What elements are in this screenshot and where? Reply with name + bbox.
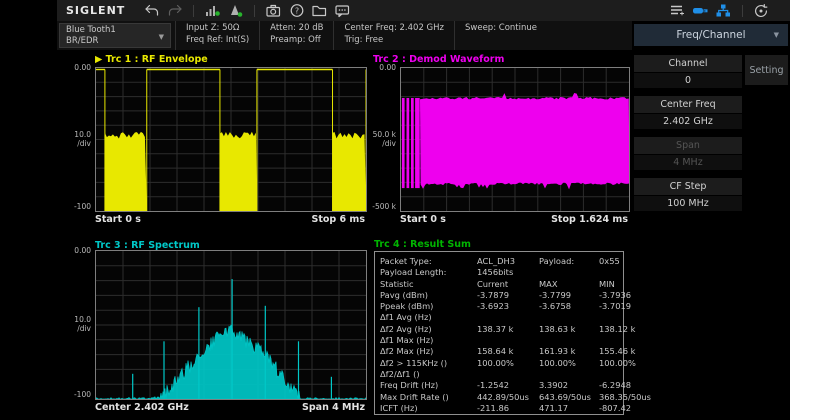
sidebar-item-center-freq[interactable]: Center Freq2.402 GHz — [634, 96, 742, 129]
panel-demod-waveform: Trc 2 : Demod Waveform 0.00 50.0 k /div … — [368, 50, 632, 237]
trc1-y-scale: 10.0 /div — [57, 130, 91, 148]
lan-icon[interactable] — [715, 3, 732, 19]
mode-line1: Blue Tooth1 — [66, 25, 170, 36]
svg-text:?: ? — [295, 6, 299, 15]
menu-list-icon[interactable] — [669, 3, 686, 19]
trace-marker-icon: ▶ — [95, 54, 102, 65]
info-groups: Input Z: 50ΩFreq Ref: Int(S)Atten: 20 dB… — [175, 21, 547, 50]
trc3-x-labels: Center 2.402 GHz Span 4 MHz — [95, 402, 365, 413]
message-icon[interactable] — [334, 3, 351, 19]
sidebar: Freq/Channel ▼ Channel0 Center Freq2.402 … — [634, 24, 788, 420]
instrument-ui: SIGLENT ? Blue Tooth1 BR/EDR ▼ Input Z: … — [0, 0, 790, 420]
mode-line2: BR/EDR — [66, 36, 170, 47]
toolbar-separator — [254, 5, 255, 17]
measure-mode-dropdown[interactable]: Blue Tooth1 BR/EDR ▼ — [59, 23, 171, 48]
trc1-waveform — [96, 68, 366, 211]
stat-row-4: Δf1 Max (Hz) — [380, 335, 618, 346]
trc3-y-min: -100 — [57, 390, 91, 399]
reset-icon[interactable] — [753, 3, 770, 19]
panel-rf-spectrum: Trc 3 : RF Spectrum 0.00 10.0 /div -100 … — [57, 237, 368, 420]
stat-row-7: Δf2/Δf1 () — [380, 369, 618, 380]
stat-row-0: Pavg (dBm)-3.7879-3.7799-3.7936 — [380, 290, 618, 301]
usb-icon[interactable] — [692, 3, 709, 19]
file-icon[interactable] — [311, 3, 328, 19]
toolbar-separator — [193, 5, 194, 17]
sidebar-item-channel[interactable]: Channel0 — [634, 55, 742, 88]
stat-header-row: StatisticCurrentMAXMIN — [380, 279, 618, 290]
info-group-0: Input Z: 50ΩFreq Ref: Int(S) — [175, 21, 259, 50]
siglent-logo: SIGLENT — [66, 4, 125, 17]
toolbar-separator — [742, 5, 743, 17]
antenna-icon[interactable] — [227, 3, 244, 19]
trc2-plot — [400, 67, 630, 212]
info-row-1: Payload Length:1456bits — [380, 267, 618, 278]
trc2-x-labels: Start 0 s Stop 1.624 ms — [400, 214, 628, 225]
measurement-info-bar: Blue Tooth1 BR/EDR ▼ Input Z: 50ΩFreq Re… — [57, 21, 632, 50]
toolbar-icons-left: ? — [143, 3, 351, 19]
info-group-2: Center Freq: 2.402 GHzTrig: Free — [333, 21, 454, 50]
trc3-y-ref: 0.00 — [57, 246, 91, 255]
redo-icon[interactable] — [166, 3, 183, 19]
stat-row-10: ICFT (Hz)-211.86471.17-807.42 — [380, 403, 618, 414]
stat-row-8: Freq Drift (Hz)-1.25423.3902-6.2948 — [380, 380, 618, 391]
result-table: Packet Type:ACL_DH3Payload:0x55Payload L… — [374, 251, 624, 415]
help-icon[interactable]: ? — [288, 3, 305, 19]
trc2-y-ref: 0.00 — [362, 63, 396, 72]
panel-result-sum: Trc 4 : Result Sum Packet Type:ACL_DH3Pa… — [368, 237, 632, 420]
stat-row-2: Δf1 Avg (Hz) — [380, 312, 618, 323]
undo-icon[interactable] — [143, 3, 160, 19]
trc4-title: Trc 4 : Result Sum — [374, 239, 471, 250]
stat-row-9: Max Drift Rate ()442.89/50us643.69/50us3… — [380, 392, 618, 403]
toolbar-icons-right — [669, 3, 770, 19]
info-row-0: Packet Type:ACL_DH3Payload:0x55 — [380, 256, 618, 267]
stat-row-6: Δf2 > 115KHz ()100.00%100.00%100.00% — [380, 358, 618, 369]
sidebar-menu-header[interactable]: Freq/Channel ▼ — [634, 24, 788, 46]
sidebar-item-cf-step[interactable]: CF Step100 MHz — [634, 178, 742, 211]
trc1-y-ref: 0.00 — [57, 63, 91, 72]
trc2-waveform — [401, 68, 629, 211]
tab-setting[interactable]: Setting — [745, 55, 788, 85]
trc1-plot — [95, 67, 367, 212]
chevron-down-icon: ▼ — [159, 32, 164, 43]
trc3-y-scale: 10.0 /div — [57, 315, 91, 333]
trc2-y-scale: 50.0 k /div — [362, 130, 396, 148]
toolbar: SIGLENT ? — [57, 0, 790, 22]
trc3-spectrum — [96, 251, 366, 399]
trc3-plot — [95, 250, 367, 400]
stat-row-3: Δf2 Avg (Hz)138.37 k138.63 k138.12 k — [380, 324, 618, 335]
stat-row-5: Δf2 Max (Hz)158.64 k161.93 k155.46 k — [380, 346, 618, 357]
sidebar-menu: Channel0 Center Freq2.402 GHz Span4 MHz CF … — [634, 55, 742, 219]
trc2-y-min: -500 k — [362, 202, 396, 211]
info-group-3: Sweep: Continue — [454, 21, 547, 50]
trc1-title: ▶ Trc 1 : RF Envelope — [95, 54, 208, 65]
signal-up-icon[interactable] — [204, 3, 221, 19]
sidebar-item-span: Span4 MHz — [634, 137, 742, 170]
screenshot-icon[interactable] — [265, 3, 282, 19]
app-window: SIGLENT ? Blue Tooth1 BR/EDR ▼ Input Z: … — [0, 0, 840, 420]
trc1-y-min: -100 — [57, 202, 91, 211]
stat-row-1: Ppeak (dBm)-3.6923-3.6758-3.7019 — [380, 301, 618, 312]
trc1-x-labels: Start 0 s Stop 6 ms — [95, 214, 365, 225]
sidebar-menu-title: Freq/Channel — [676, 29, 745, 41]
info-group-1: Atten: 20 dBPreamp: Off — [259, 21, 333, 50]
chevron-down-icon: ▼ — [774, 24, 779, 46]
panel-rf-envelope: ▶ Trc 1 : RF Envelope 0.00 10.0 /div -10… — [57, 50, 368, 237]
